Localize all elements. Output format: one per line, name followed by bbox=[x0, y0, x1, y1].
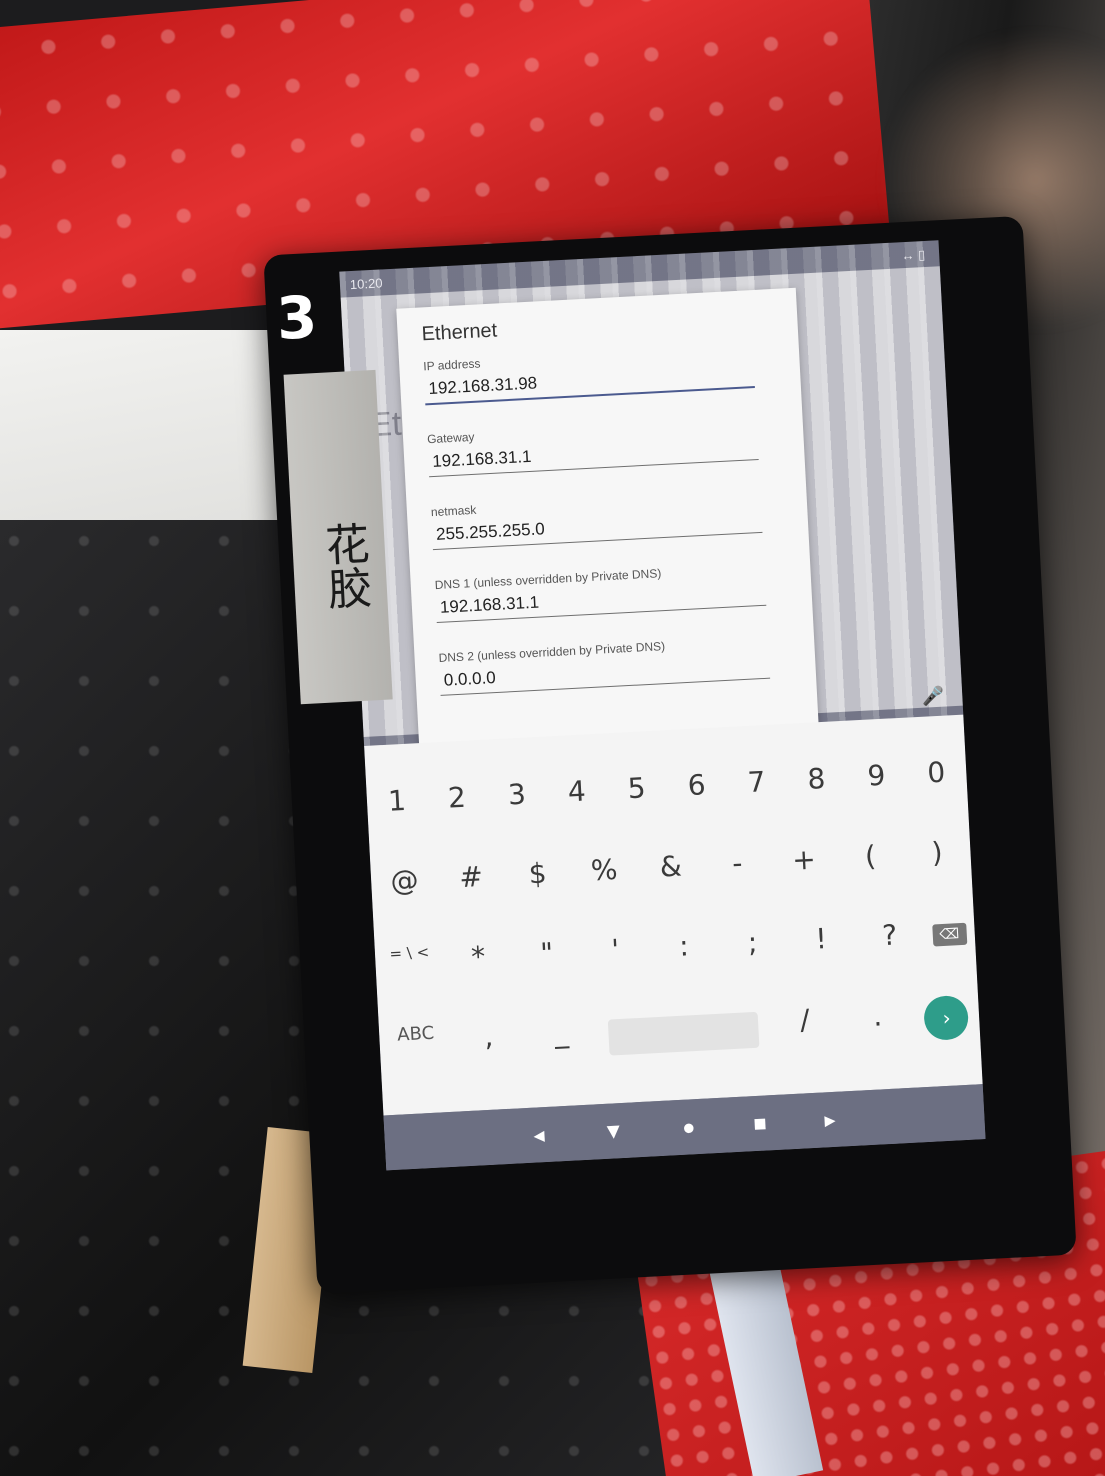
key-underscore[interactable]: _ bbox=[535, 1015, 589, 1062]
key-4[interactable]: 4 bbox=[550, 774, 604, 810]
key-2[interactable]: 2 bbox=[430, 780, 484, 816]
key-asterisk[interactable]: * bbox=[451, 939, 505, 975]
tablet-device: 3 花胶 Eth 10:20 ↔ ▯ Ethernet IP address 1… bbox=[263, 215, 1077, 1295]
key-3[interactable]: 3 bbox=[490, 777, 544, 813]
home-icon[interactable]: ● bbox=[681, 1114, 696, 1141]
tape-label: 花胶 bbox=[283, 369, 393, 705]
key-1[interactable]: 1 bbox=[370, 783, 424, 819]
dialog-title: Ethernet bbox=[421, 319, 498, 346]
dns1-field[interactable]: DNS 1 (unless overridden by Private DNS)… bbox=[434, 561, 767, 624]
status-time: 10:20 bbox=[349, 275, 383, 293]
keyboard-bottom-row: ABC , _ / . › bbox=[379, 994, 980, 1069]
key-6[interactable]: 6 bbox=[670, 767, 724, 803]
key-space[interactable] bbox=[607, 1011, 760, 1056]
key-paren-close[interactable]: ) bbox=[910, 835, 964, 871]
key-comma[interactable]: , bbox=[462, 1019, 516, 1066]
key-double-quote[interactable]: " bbox=[520, 935, 574, 971]
ip-address-field[interactable]: IP address 192.168.31.98 bbox=[423, 342, 755, 406]
key-single-quote[interactable]: ' bbox=[589, 932, 643, 968]
back-icon[interactable]: ▼ bbox=[602, 1117, 625, 1144]
gateway-field[interactable]: Gateway 192.168.31.1 bbox=[427, 415, 759, 478]
microphone-icon[interactable]: 🎤 bbox=[921, 686, 944, 708]
key-8[interactable]: 8 bbox=[790, 761, 844, 797]
key-paren-open[interactable]: ( bbox=[844, 838, 898, 874]
on-screen-keyboard: 🎤 1 2 3 4 5 6 7 8 9 0 @ # $ % & - + () … bbox=[364, 686, 983, 1116]
netmask-field[interactable]: netmask 255.255.255.0 bbox=[431, 488, 763, 551]
marker-number-label: 3 bbox=[274, 282, 319, 353]
volume-up-icon[interactable]: ▸ bbox=[824, 1106, 836, 1133]
keyboard-symbol-row-2: = \ < * " ' : ; ! ? ⌫ bbox=[375, 914, 976, 978]
backspace-icon[interactable]: ⌫ bbox=[931, 922, 967, 947]
status-icons: ↔ ▯ bbox=[901, 246, 926, 264]
key-5[interactable]: 5 bbox=[610, 770, 664, 806]
keyboard-symbol-row-1: @ # $ % & - + ( ) bbox=[370, 834, 971, 898]
key-plus[interactable]: + bbox=[777, 842, 831, 878]
key-semicolon[interactable]: ; bbox=[726, 925, 780, 961]
keyboard-number-row: 1 2 3 4 5 6 7 8 9 0 bbox=[366, 755, 967, 819]
dns2-field[interactable]: DNS 2 (unless overridden by Private DNS)… bbox=[438, 634, 771, 696]
key-hash[interactable]: # bbox=[444, 859, 498, 895]
next-arrow-icon[interactable]: › bbox=[923, 994, 970, 1042]
key-9[interactable]: 9 bbox=[850, 758, 904, 794]
key-percent[interactable]: % bbox=[577, 852, 631, 888]
key-period[interactable]: . bbox=[851, 998, 905, 1045]
photo-scene: 3 花胶 Eth 10:20 ↔ ▯ Ethernet IP address 1… bbox=[0, 0, 1105, 1476]
key-abc[interactable]: ABC bbox=[389, 1022, 443, 1069]
tablet-screen: Eth 10:20 ↔ ▯ Ethernet IP address 192.16… bbox=[339, 240, 986, 1171]
volume-down-icon[interactable]: ◂ bbox=[533, 1122, 545, 1149]
key-at[interactable]: @ bbox=[378, 863, 432, 899]
key-slash[interactable]: / bbox=[778, 1002, 832, 1049]
key-0[interactable]: 0 bbox=[909, 755, 963, 791]
key-minus[interactable]: - bbox=[711, 845, 765, 881]
recents-icon[interactable]: ■ bbox=[753, 1110, 768, 1137]
tape-label-text: 花胶 bbox=[316, 520, 372, 612]
ethernet-dialog: Ethernet IP address 192.168.31.98 Gatewa… bbox=[396, 287, 819, 749]
key-ampersand[interactable]: & bbox=[644, 849, 698, 885]
key-question[interactable]: ? bbox=[863, 917, 917, 953]
key-7[interactable]: 7 bbox=[730, 764, 784, 800]
key-exclamation[interactable]: ! bbox=[794, 921, 848, 957]
key-colon[interactable]: : bbox=[657, 928, 711, 964]
key-dollar[interactable]: $ bbox=[511, 856, 565, 892]
key-more-symbols[interactable]: = \ < bbox=[383, 943, 437, 979]
